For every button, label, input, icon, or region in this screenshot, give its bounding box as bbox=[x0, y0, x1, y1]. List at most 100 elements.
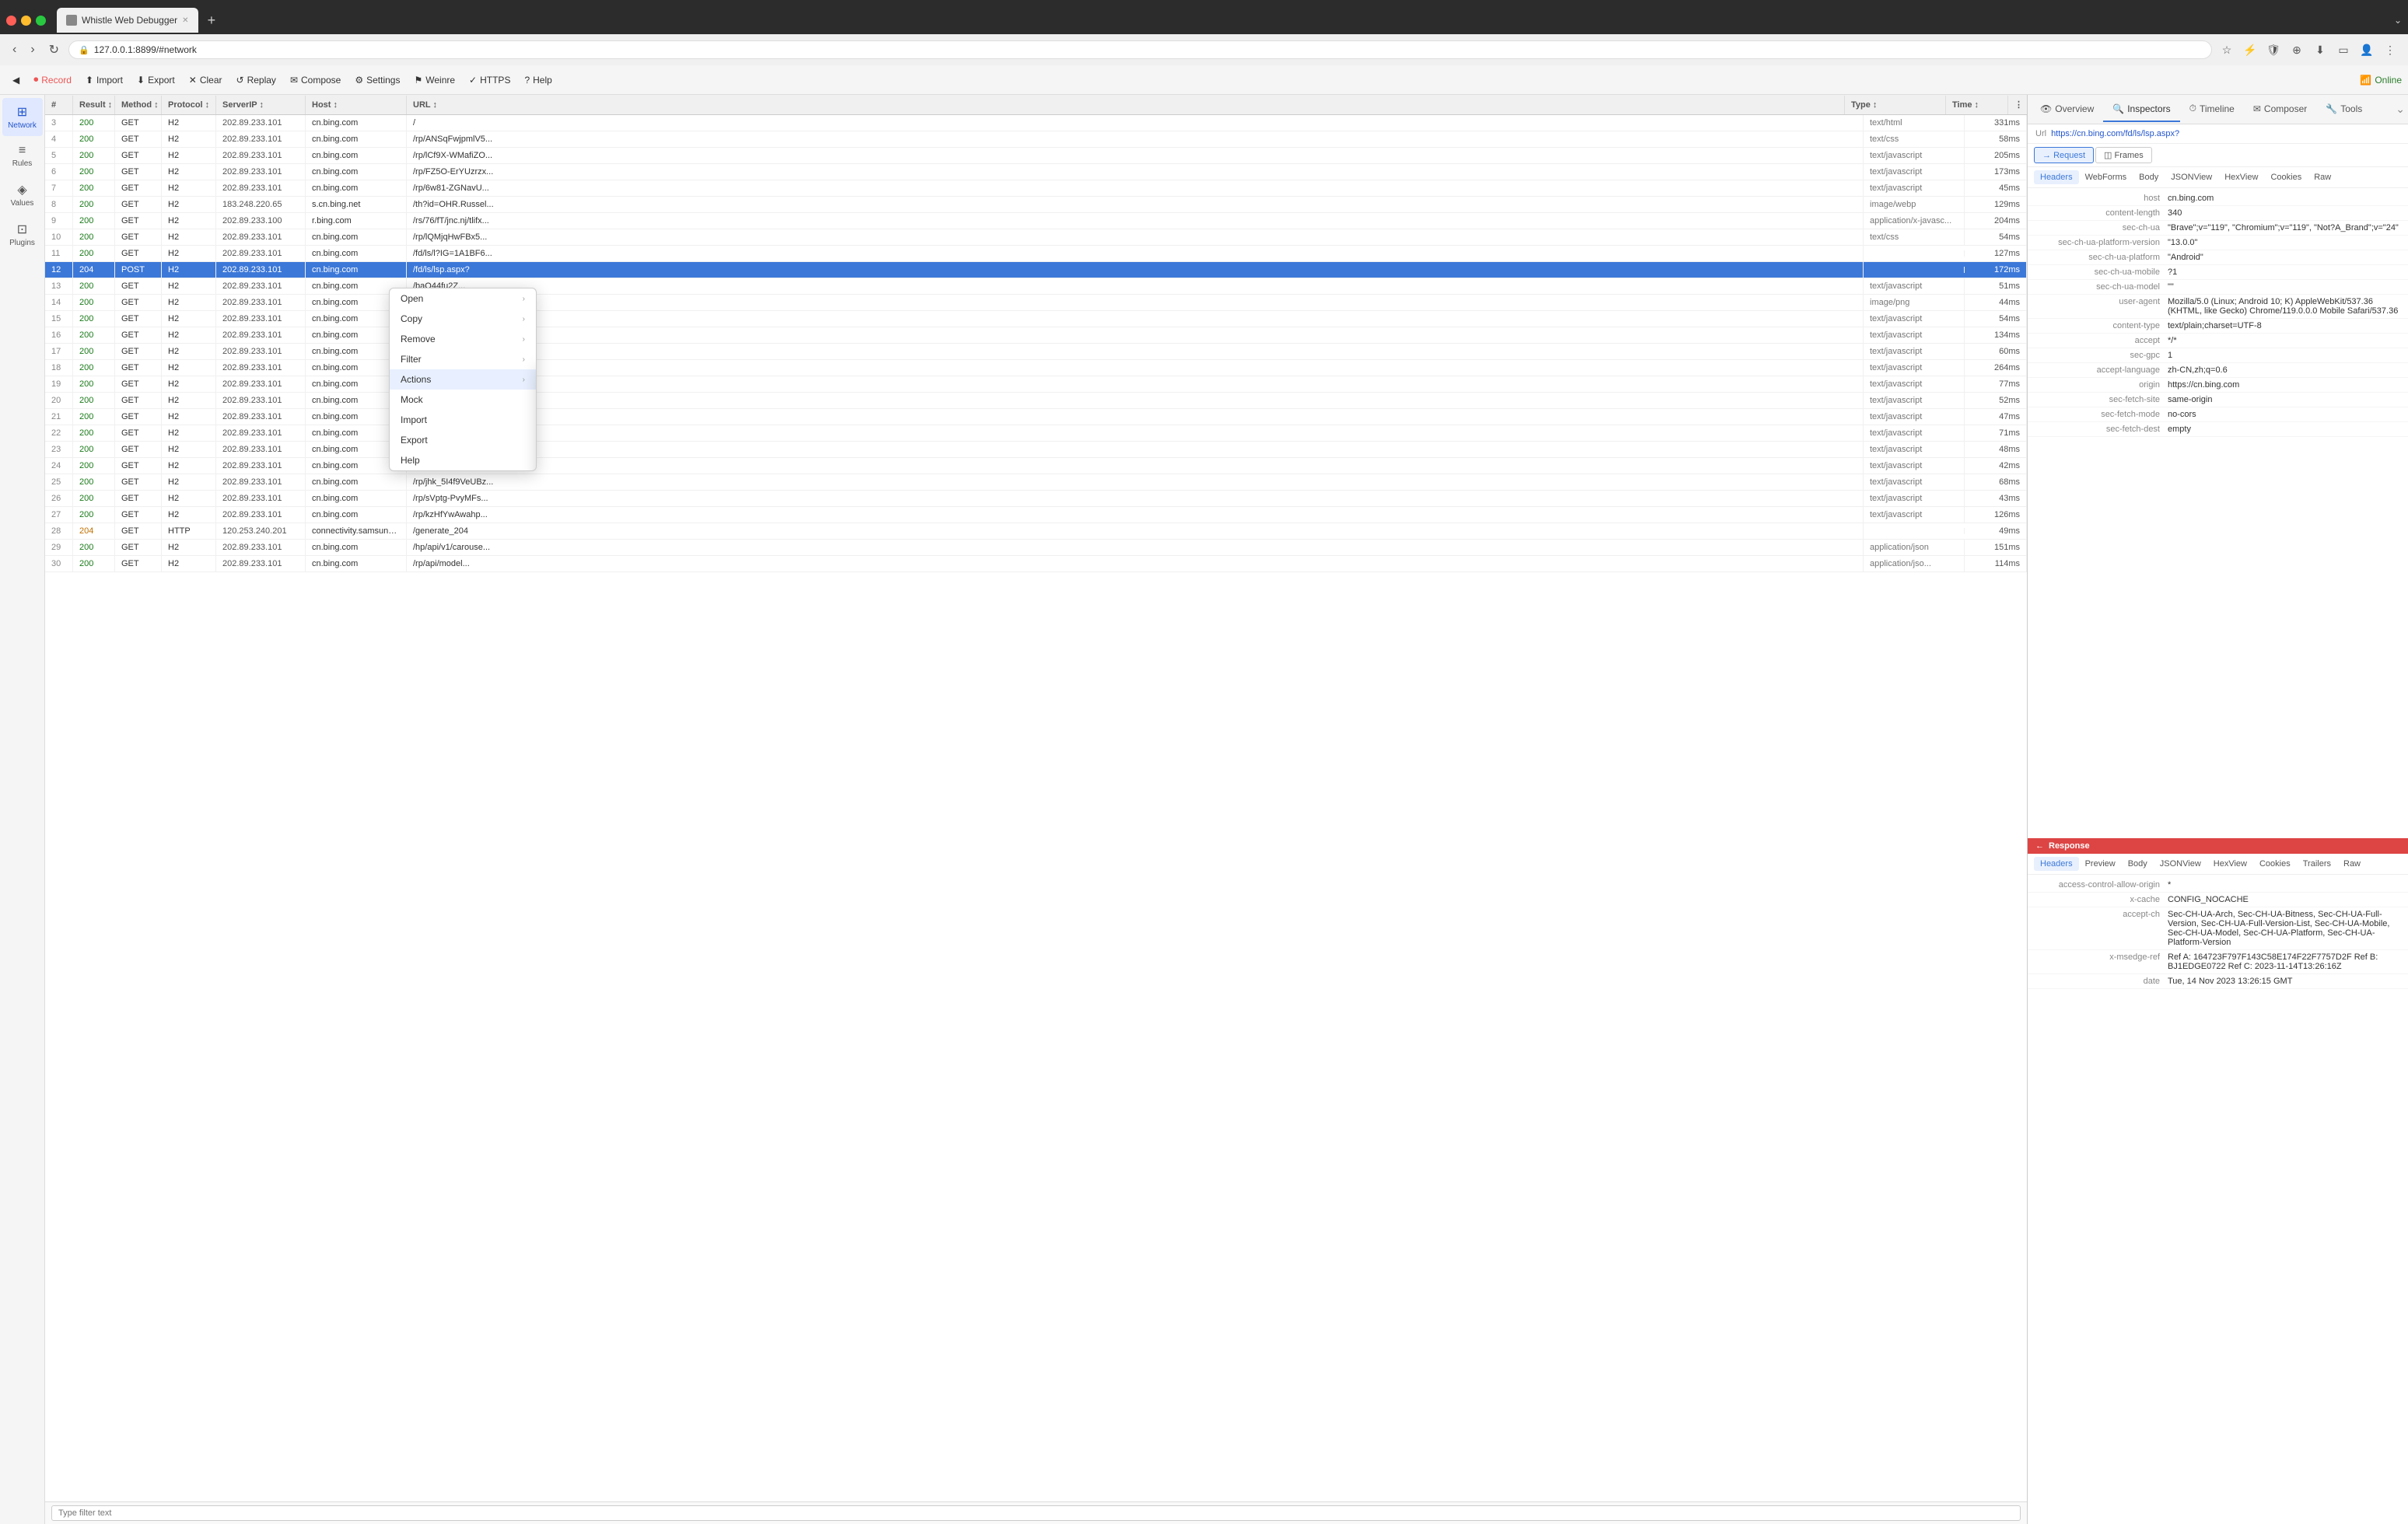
table-row[interactable]: 21 200 GET H2 202.89.233.101 cn.bing.com… bbox=[45, 409, 2027, 425]
url-box[interactable]: 🔒 127.0.0.1:8899/#network bbox=[68, 40, 2212, 59]
reload-button[interactable]: ↻ bbox=[44, 40, 64, 59]
close-window-button[interactable] bbox=[6, 16, 16, 26]
table-row[interactable]: 13 200 GET H2 202.89.233.101 cn.bing.com… bbox=[45, 278, 2027, 295]
sub-tab-raw[interactable]: Raw bbox=[2308, 170, 2337, 184]
table-row[interactable]: 27 200 GET H2 202.89.233.101 cn.bing.com… bbox=[45, 507, 2027, 523]
request-tab[interactable]: → Request bbox=[2034, 147, 2094, 163]
tab-timeline[interactable]: ⏱ Timeline bbox=[2180, 96, 2244, 122]
https-button[interactable]: ✓ HTTPS bbox=[463, 72, 516, 89]
sub-tab-webforms[interactable]: WebForms bbox=[2079, 170, 2133, 184]
cell-type: text/javascript bbox=[1864, 180, 1965, 196]
menu-icon[interactable]: ⋮ bbox=[2380, 40, 2400, 60]
col-header-type[interactable]: Type ↕ bbox=[1845, 96, 1946, 114]
sub-tab-headers[interactable]: Headers bbox=[2034, 170, 2079, 184]
tab-overview[interactable]: 👁 Overview bbox=[2031, 97, 2103, 122]
table-row[interactable]: 6 200 GET H2 202.89.233.101 cn.bing.com … bbox=[45, 164, 2027, 180]
record-button[interactable]: ⏺ Record bbox=[27, 71, 78, 89]
sub-tab-body[interactable]: Body bbox=[2133, 170, 2165, 184]
table-row[interactable]: 7 200 GET H2 202.89.233.101 cn.bing.com … bbox=[45, 180, 2027, 197]
frames-tab[interactable]: ◫ Frames bbox=[2095, 147, 2152, 163]
resp-tab-jsonview[interactable]: JSONView bbox=[2154, 857, 2207, 871]
help-button[interactable]: ? Help bbox=[518, 72, 558, 89]
tab-composer[interactable]: ✉ Composer bbox=[2244, 97, 2316, 122]
minimize-window-button[interactable] bbox=[21, 16, 31, 26]
resp-tab-headers[interactable]: Headers bbox=[2034, 857, 2079, 871]
table-row[interactable]: 4 200 GET H2 202.89.233.101 cn.bing.com … bbox=[45, 131, 2027, 148]
tab-close-button[interactable]: ✕ bbox=[182, 16, 188, 25]
col-header-serverip[interactable]: ServerIP ↕ bbox=[216, 96, 306, 114]
export-button[interactable]: ⬇ Export bbox=[131, 72, 181, 89]
sub-tab-cookies[interactable]: Cookies bbox=[2264, 170, 2308, 184]
compose-button[interactable]: ✉ Compose bbox=[284, 72, 347, 89]
table-row[interactable]: 19 200 GET H2 202.89.233.101 cn.bing.com… bbox=[45, 376, 2027, 393]
table-row[interactable]: 24 200 GET H2 202.89.233.101 cn.bing.com… bbox=[45, 458, 2027, 474]
table-row[interactable]: 8 200 GET H2 183.248.220.65 s.cn.bing.ne… bbox=[45, 197, 2027, 213]
sidebar-toggle-button[interactable]: ◀ bbox=[6, 72, 26, 89]
table-row[interactable]: 10 200 GET H2 202.89.233.101 cn.bing.com… bbox=[45, 229, 2027, 246]
col-header-num[interactable]: # bbox=[45, 96, 73, 114]
profile-icon[interactable]: 👤 bbox=[2357, 40, 2377, 60]
sidebar-item-rules[interactable]: ≡ Rules bbox=[2, 138, 43, 174]
table-row[interactable]: 12 204 POST H2 202.89.233.101 cn.bing.co… bbox=[45, 262, 2027, 278]
resp-tab-cookies[interactable]: Cookies bbox=[2253, 857, 2297, 871]
col-header-url[interactable]: URL ↕ bbox=[407, 96, 1845, 114]
table-row[interactable]: 9 200 GET H2 202.89.233.100 r.bing.com /… bbox=[45, 213, 2027, 229]
table-row[interactable]: 18 200 GET H2 202.89.233.101 cn.bing.com… bbox=[45, 360, 2027, 376]
settings-button[interactable]: ⚙ Settings bbox=[348, 72, 406, 89]
filter-input[interactable] bbox=[51, 1505, 2021, 1521]
extension-icon-4[interactable]: ⬇ bbox=[2310, 40, 2330, 60]
col-header-host[interactable]: Host ↕ bbox=[306, 96, 407, 114]
table-row[interactable]: 30 200 GET H2 202.89.233.101 cn.bing.com… bbox=[45, 556, 2027, 572]
table-row[interactable]: 16 200 GET H2 202.89.233.101 cn.bing.com… bbox=[45, 327, 2027, 344]
replay-button[interactable]: ↺ Replay bbox=[230, 72, 282, 89]
inspector-tabs-more[interactable]: ⌄ bbox=[2396, 103, 2405, 116]
resp-tab-body[interactable]: Body bbox=[2122, 857, 2154, 871]
col-header-time[interactable]: Time ↕ bbox=[1946, 96, 2008, 114]
resp-tab-preview[interactable]: Preview bbox=[2079, 857, 2122, 871]
table-row[interactable]: 3 200 GET H2 202.89.233.101 cn.bing.com … bbox=[45, 115, 2027, 131]
sub-tab-hexview[interactable]: HexView bbox=[2218, 170, 2264, 184]
import-button[interactable]: ⬆ Import bbox=[79, 72, 129, 89]
bookmark-icon[interactable]: ☆ bbox=[2217, 40, 2237, 60]
table-row[interactable]: 17 200 GET H2 202.89.233.101 cn.bing.com… bbox=[45, 344, 2027, 360]
col-header-method[interactable]: Method ↕ bbox=[115, 96, 162, 114]
table-row[interactable]: 20 200 GET H2 202.89.233.101 cn.bing.com… bbox=[45, 393, 2027, 409]
sidebar-item-values[interactable]: ◈ Values bbox=[2, 176, 43, 214]
resp-tab-hexview[interactable]: HexView bbox=[2207, 857, 2253, 871]
table-row[interactable]: 25 200 GET H2 202.89.233.101 cn.bing.com… bbox=[45, 474, 2027, 491]
forward-button[interactable]: › bbox=[26, 41, 39, 58]
sidebar-item-network[interactable]: ⊞ Network bbox=[2, 98, 43, 136]
sub-tab-jsonview[interactable]: JSONView bbox=[2165, 170, 2218, 184]
col-header-extra[interactable]: ⋮ bbox=[2008, 95, 2027, 114]
weinre-button[interactable]: ⚑ Weinre bbox=[408, 72, 461, 89]
table-row[interactable]: 5 200 GET H2 202.89.233.101 cn.bing.com … bbox=[45, 148, 2027, 164]
cast-icon[interactable]: ▭ bbox=[2333, 40, 2354, 60]
table-row[interactable]: 14 200 GET H2 202.89.233.101 cn.bing.com… bbox=[45, 295, 2027, 311]
col-header-protocol[interactable]: Protocol ↕ bbox=[162, 96, 216, 114]
new-tab-button[interactable]: + bbox=[201, 11, 222, 30]
back-button[interactable]: ‹ bbox=[8, 41, 21, 58]
extension-icon-2[interactable]: 🛡 bbox=[2263, 40, 2284, 60]
table-row[interactable]: 11 200 GET H2 202.89.233.101 cn.bing.com… bbox=[45, 246, 2027, 262]
resp-tab-trailers[interactable]: Trailers bbox=[2297, 857, 2337, 871]
table-row[interactable]: 23 200 GET H2 202.89.233.101 cn.bing.com… bbox=[45, 442, 2027, 458]
cell-num: 3 bbox=[45, 115, 73, 131]
extension-icon-1[interactable]: ⚡ bbox=[2240, 40, 2260, 60]
maximize-window-button[interactable] bbox=[36, 16, 46, 26]
table-row[interactable]: 15 200 GET H2 202.89.233.101 cn.bing.com… bbox=[45, 311, 2027, 327]
cell-num: 18 bbox=[45, 360, 73, 376]
cell-serverip: 202.89.233.101 bbox=[216, 295, 306, 310]
tab-overflow-button[interactable]: ⌄ bbox=[2394, 15, 2402, 26]
extension-icon-3[interactable]: ⊕ bbox=[2287, 40, 2307, 60]
table-row[interactable]: 28 204 GET HTTP 120.253.240.201 connecti… bbox=[45, 523, 2027, 540]
tab-tools[interactable]: 🔧 Tools bbox=[2316, 97, 2371, 122]
clear-button[interactable]: ✕ Clear bbox=[183, 72, 229, 89]
table-row[interactable]: 29 200 GET H2 202.89.233.101 cn.bing.com… bbox=[45, 540, 2027, 556]
tab-inspectors[interactable]: 🔍 Inspectors bbox=[2103, 97, 2179, 122]
sidebar-item-plugins[interactable]: ⊡ Plugins bbox=[2, 215, 43, 253]
resp-tab-raw[interactable]: Raw bbox=[2337, 857, 2367, 871]
table-row[interactable]: 22 200 GET H2 202.89.233.101 cn.bing.com… bbox=[45, 425, 2027, 442]
col-header-result[interactable]: Result ↕ bbox=[73, 96, 115, 114]
active-tab[interactable]: Whistle Web Debugger ✕ bbox=[57, 8, 198, 33]
table-row[interactable]: 26 200 GET H2 202.89.233.101 cn.bing.com… bbox=[45, 491, 2027, 507]
